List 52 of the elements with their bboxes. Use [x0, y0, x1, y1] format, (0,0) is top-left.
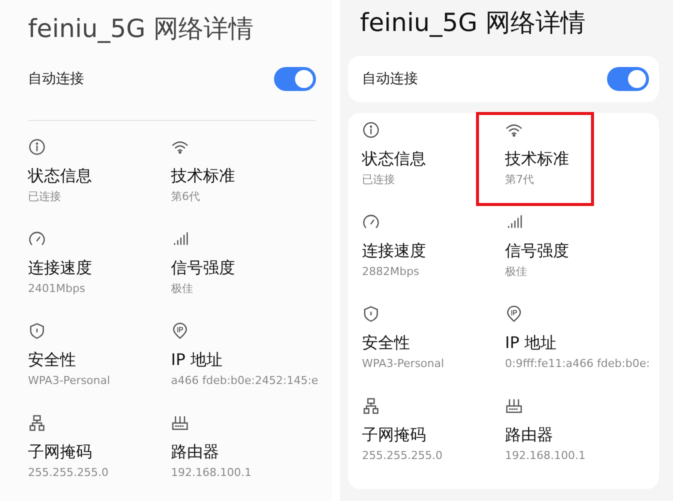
detail-label: 技术标准 [171, 166, 236, 186]
page-title: feiniu_5G 网络详情 [28, 13, 254, 45]
detail-value: 已连接 [28, 190, 62, 204]
info-icon [362, 121, 380, 139]
detail-value: 第7代 [505, 173, 535, 187]
shield-icon [362, 305, 380, 323]
detail-value: 192.168.100.1 [171, 466, 252, 480]
setting-label: 自动连接 [28, 70, 84, 88]
detail-label: IP 地址 [171, 350, 224, 370]
toggle-switch[interactable] [274, 67, 316, 91]
shield-icon [28, 322, 46, 340]
setting-label: 自动连接 [362, 70, 418, 88]
detail-value: 192.168.100.1 [505, 449, 586, 463]
detail-label: 连接速度 [362, 241, 427, 261]
network-icon [362, 397, 380, 415]
detail-label: 安全性 [28, 350, 77, 370]
detail-value: 已连接 [362, 173, 396, 187]
detail-label: 信号强度 [171, 258, 236, 278]
detail-label: IP 地址 [505, 333, 558, 353]
detail-value: WPA3-Personal [362, 357, 446, 371]
page-title: feiniu_5G 网络详情 [359, 7, 586, 39]
detail-value: 255.255.255.0 [362, 449, 444, 463]
location-pin-icon [171, 322, 189, 340]
signal-icon [505, 213, 523, 231]
router-icon [505, 397, 523, 415]
detail-label: 状态信息 [362, 149, 427, 169]
detail-value: 255.255.255.0 [28, 466, 110, 480]
detail-value: 第6代 [171, 190, 201, 204]
signal-icon [171, 230, 189, 248]
detail-value: a466 fdeb:b0e:2452:145:e [171, 374, 316, 388]
network-icon [28, 414, 46, 432]
detail-value: 2401Mbps [28, 282, 86, 296]
info-icon [28, 138, 46, 156]
detail-label: 连接速度 [28, 258, 93, 278]
detail-value: WPA3-Personal [28, 374, 112, 388]
detail-label: 路由器 [505, 425, 554, 445]
detail-label: 信号强度 [505, 241, 570, 261]
detail-value: 极佳 [171, 282, 194, 296]
location-pin-icon [505, 305, 523, 323]
gauge-icon [28, 230, 46, 248]
detail-label: 技术标准 [505, 149, 570, 169]
detail-label: 安全性 [362, 333, 411, 353]
detail-value: 极佳 [505, 265, 528, 279]
detail-label: 路由器 [171, 442, 220, 462]
toggle-switch[interactable] [607, 67, 649, 91]
gauge-icon [362, 213, 380, 231]
detail-value: 0:9fff:fe11:a466 fdeb:b0e: [505, 357, 651, 371]
detail-label: 子网掩码 [362, 425, 427, 445]
router-icon [171, 414, 189, 432]
detail-label: 子网掩码 [28, 442, 93, 462]
detail-value: 2882Mbps [362, 265, 420, 279]
detail-label: 状态信息 [28, 166, 93, 186]
